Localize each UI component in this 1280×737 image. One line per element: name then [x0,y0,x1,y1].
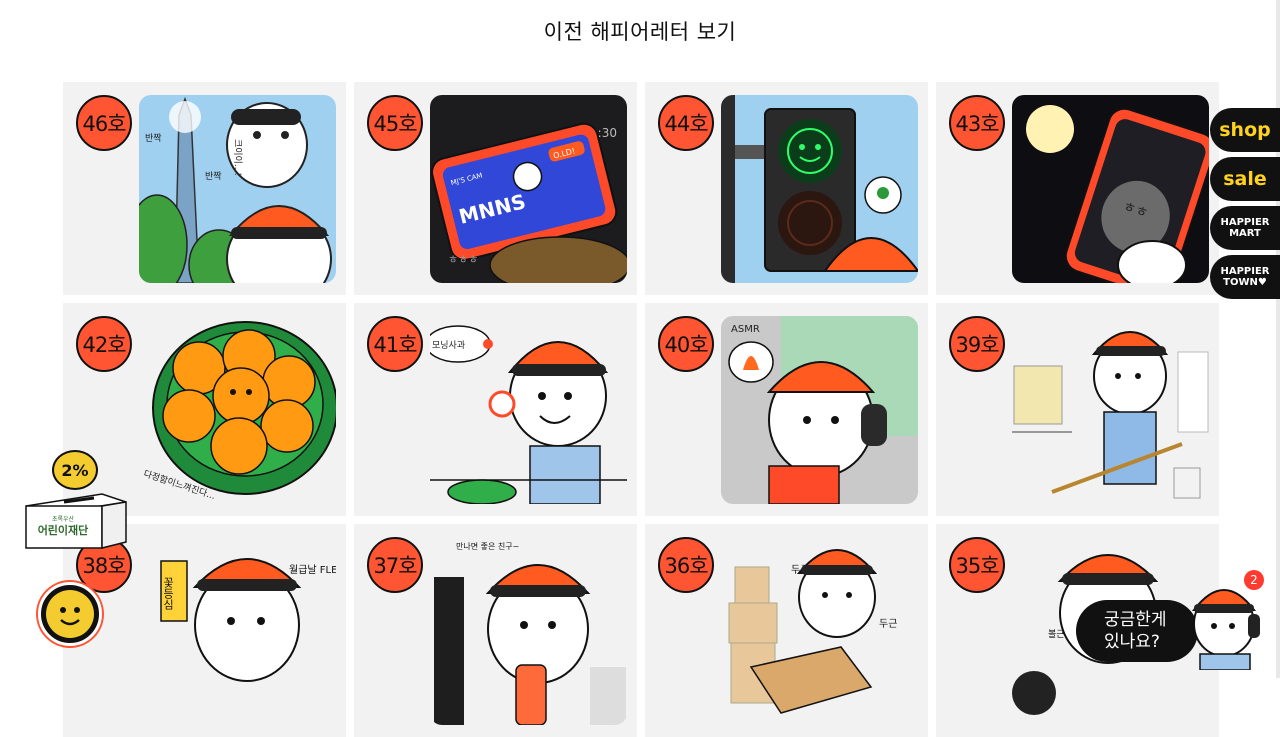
sale-button[interactable]: sale [1210,157,1280,201]
thumb-text: 만나면 좋은 친구~ [456,541,519,551]
issue-badge: 35호 [949,537,1005,593]
letter-card-46[interactable]: 46호 반짝 반짝 크이이...! [63,82,346,295]
issue-badge: 46호 [76,95,132,151]
thumb-text: 크이이...! [232,139,243,176]
chat-bubble[interactable]: 궁금한게 있나요? [1076,600,1198,662]
chat-text-2: 있나요? [1104,632,1160,652]
thumb-text: 두근 [879,619,897,630]
thumbnail-36: 두근 두근 [721,537,918,725]
issue-badge: 43호 [949,95,1005,151]
donation-percent: 2% [61,460,89,480]
side-menu: shop sale HAPPIER MART HAPPIER TOWN♥ [1210,108,1280,304]
chat-widget[interactable]: 궁금한게 있나요? 2 [1076,570,1280,678]
coin-icon: 2% [52,450,98,490]
thumbnail-37: 만나면 좋은 친구~ [430,537,627,725]
letter-card-41[interactable]: 41호 모닝사과 [354,303,637,516]
page-title: 이전 해피어레터 보기 [543,20,737,44]
thumbnail-40: ASMR [721,316,918,504]
town-label-1: HAPPIER [1220,266,1270,277]
mart-label-2: MART [1229,228,1261,239]
thumb-text: ㅎㅎㅎ [448,253,478,266]
letter-card-37[interactable]: 37호 만나면 좋은 친구~ [354,524,637,737]
issue-badge: 37호 [367,537,423,593]
smiley-face-icon [46,590,94,638]
letter-card-40[interactable]: 40호 ASMR [645,303,928,516]
thumbnail-38: 꽃등심 월급날 FLEX! [139,537,336,725]
thumbnail-44 [721,95,918,283]
thumb-text: 반짝 [145,133,162,144]
letter-grid: 46호 반짝 반짝 크이이...! 45호 MNNS MJ'S CAM O.LD… [63,82,1221,737]
letter-card-43[interactable]: 43호 ㅎㅎ [936,82,1219,295]
happier-mart-button[interactable]: HAPPIER MART [1210,206,1280,250]
issue-badge: 40호 [658,316,714,372]
letter-card-39[interactable]: 39호 [936,303,1219,516]
donation-org: 어린이재단 [37,524,89,537]
issue-badge: 44호 [658,95,714,151]
thumb-text: 꽃등심 [162,577,175,610]
thumb-text: 반짝 [205,171,222,182]
letter-card-38[interactable]: 38호 꽃등심 월급날 FLEX! [63,524,346,737]
thumbnail-41: 모닝사과 [430,316,627,504]
chat-text-1: 궁금한게 [1104,610,1167,630]
letter-card-44[interactable]: 44호 [645,82,928,295]
issue-badge: 45호 [367,95,423,151]
town-label-2: TOWN♥ [1223,277,1267,288]
issue-badge: 39호 [949,316,1005,372]
issue-badge: 36호 [658,537,714,593]
character-face-button[interactable] [38,582,102,646]
thumbnail-45: AM 12:30 MNNS MJ'S CAM O.LD! ㅎㅎㅎ [430,95,627,283]
letter-card-45[interactable]: 45호 AM 12:30 MNNS MJ'S CAM O.LD! ㅎㅎㅎ [354,82,637,295]
thumbnail-43: ㅎㅎ [1012,95,1209,283]
chat-unread-badge: 2 [1244,570,1264,590]
letter-card-36[interactable]: 36호 두근 두근 [645,524,928,737]
thumbnail-46: 반짝 반짝 크이이...! [139,95,336,283]
mart-label-1: HAPPIER [1220,217,1270,228]
shop-button[interactable]: shop [1210,108,1280,152]
issue-badge: 41호 [367,316,423,372]
thumb-text: ASMR [731,324,760,335]
thumbnail-39 [1012,316,1209,504]
thumb-text: 모닝사과 [432,340,465,351]
donation-widget[interactable]: 2% 초록우산 어린이재단 [22,448,132,552]
issue-badge: 42호 [76,316,132,372]
happier-town-button[interactable]: HAPPIER TOWN♥ [1210,255,1280,299]
thumbnail-42: 다정함이느껴진다... [139,316,336,504]
thumb-text: 월급날 FLEX! [289,564,336,576]
